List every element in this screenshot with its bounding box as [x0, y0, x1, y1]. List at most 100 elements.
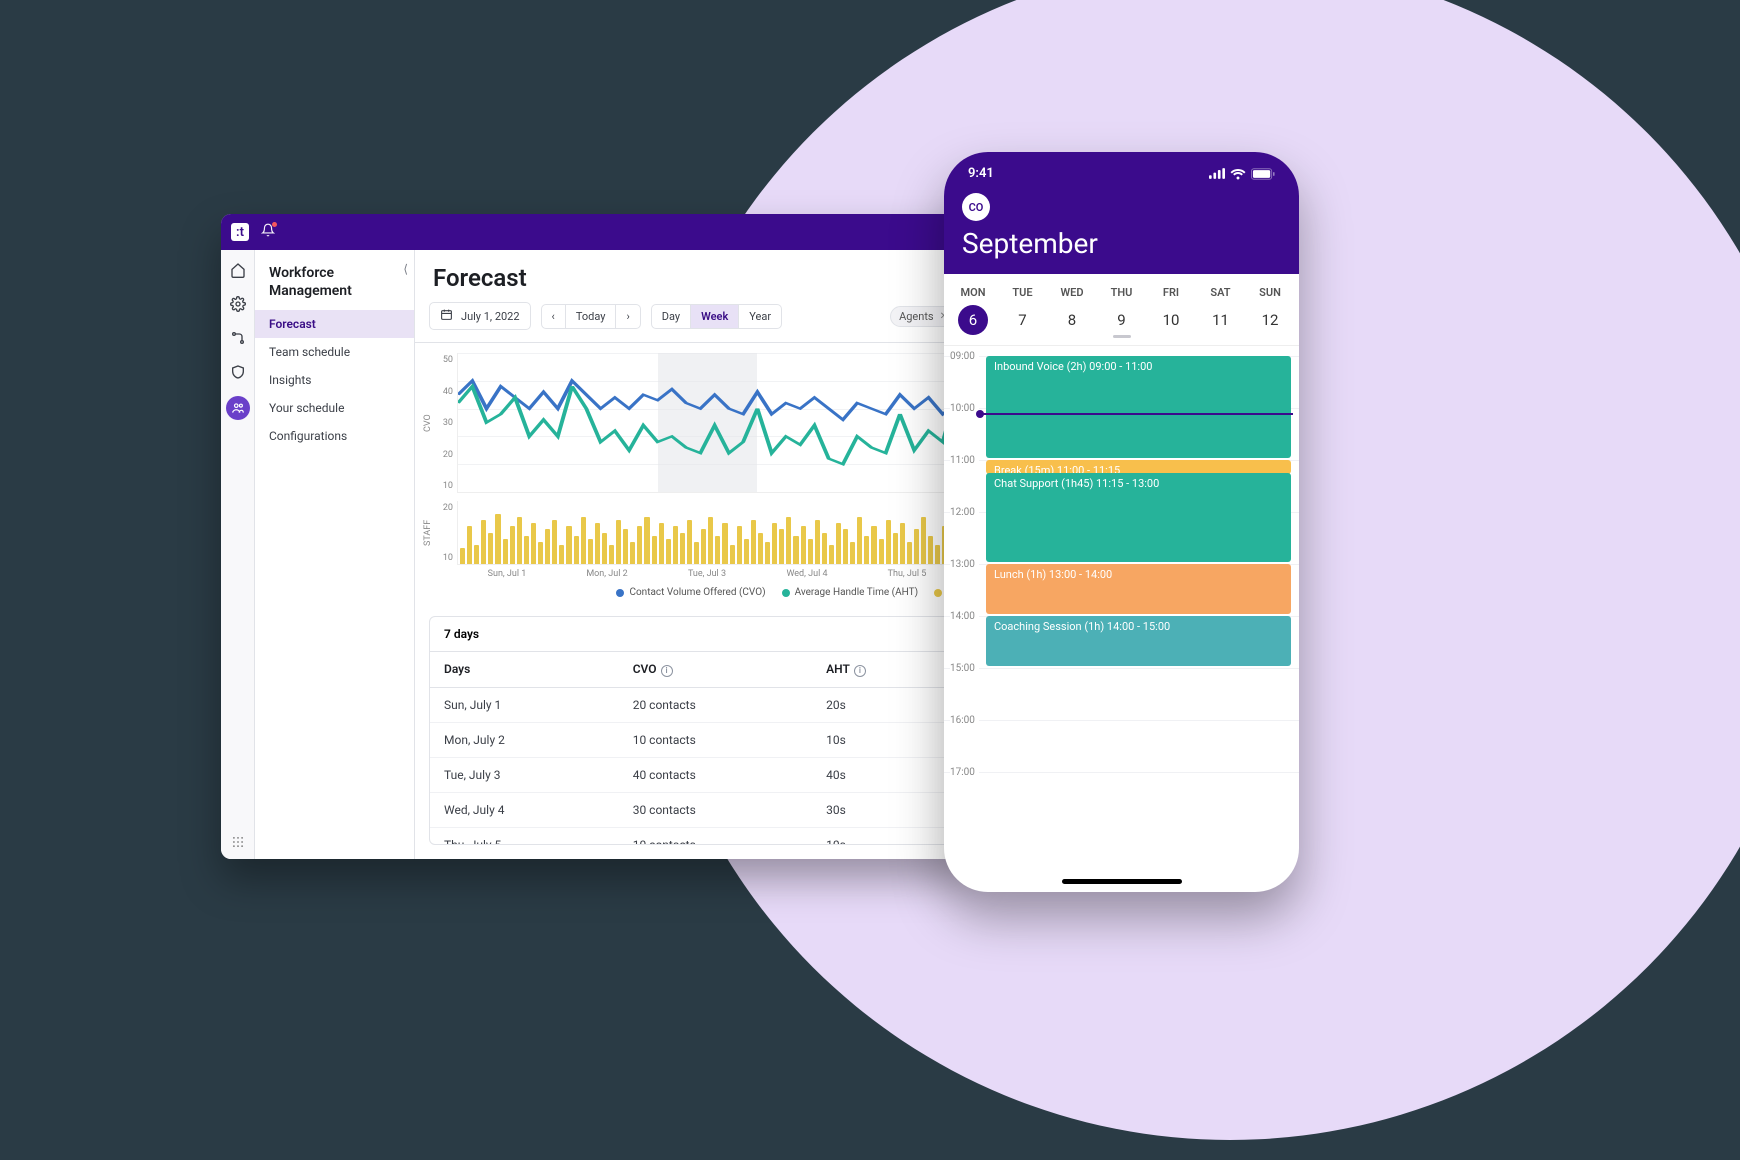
range-day-button[interactable]: Day	[651, 304, 691, 329]
date-12[interactable]: 12	[1251, 305, 1289, 335]
calendar-event[interactable]: Inbound Voice (2h) 09:00 - 11:00	[986, 356, 1291, 458]
cellular-signal-icon	[1209, 168, 1225, 179]
hour-row: 15:00	[944, 668, 1299, 669]
date-11[interactable]: 11	[1202, 305, 1240, 335]
workforce-icon[interactable]	[226, 396, 250, 420]
home-icon[interactable]	[228, 260, 248, 280]
range-week-button[interactable]: Week	[691, 304, 739, 329]
staff-bar	[538, 542, 543, 564]
date-10[interactable]: 10	[1152, 305, 1190, 335]
staff-bar	[595, 523, 600, 564]
calendar-icon	[440, 308, 453, 324]
prev-period-button[interactable]: ‹	[541, 304, 566, 329]
staff-bar	[630, 542, 635, 564]
date-picker-label: July 1, 2022	[461, 310, 520, 323]
nav-item-your-schedule[interactable]: Your schedule	[255, 394, 414, 422]
schedule-phone-app: 9:41 CO September MONTUEWEDTHUFRISATSUN …	[944, 152, 1299, 892]
forecast-desktop-app: :t Workforce Management ⟨ ForecastTeam s…	[221, 214, 971, 859]
hour-row: 16:00	[944, 720, 1299, 721]
col-cvo: CVOi	[619, 652, 812, 687]
summary-caption: 7 days	[430, 617, 956, 652]
user-avatar[interactable]: CO	[962, 193, 990, 221]
collapse-panel-icon[interactable]: ⟨	[403, 262, 408, 276]
shield-icon[interactable]	[228, 362, 248, 382]
staff-bar	[744, 539, 749, 564]
staff-bar	[779, 529, 784, 564]
staff-bar	[581, 517, 586, 564]
day-of-week-header: MONTUEWEDTHUFRISATSUN	[944, 274, 1299, 303]
staff-bar	[893, 533, 898, 565]
nav-item-insights[interactable]: Insights	[255, 366, 414, 394]
staff-bar	[836, 523, 841, 564]
staff-bar	[503, 539, 508, 564]
next-period-button[interactable]: ›	[616, 304, 640, 329]
date-9[interactable]: 9	[1103, 305, 1141, 335]
staff-bar	[914, 529, 919, 564]
summary-table: DaysCVOiAHTi Sun, July 120 contacts20sMo…	[430, 652, 956, 845]
settings-gear-icon[interactable]	[228, 294, 248, 314]
staff-bar	[921, 517, 926, 564]
staff-bar	[602, 533, 607, 565]
staff-bar	[552, 520, 557, 564]
staff-bar	[588, 539, 593, 564]
staff-bar	[765, 542, 770, 564]
staff-bar	[481, 520, 486, 564]
staff-bar	[616, 520, 621, 564]
staff-bar	[488, 533, 493, 565]
phone-home-indicator	[1062, 879, 1182, 884]
current-time-indicator	[982, 413, 1293, 415]
staff-bar	[758, 533, 763, 565]
staff-bar	[715, 536, 720, 564]
date-picker[interactable]: July 1, 2022	[429, 302, 531, 330]
flow-icon[interactable]	[228, 328, 248, 348]
calendar-event[interactable]: Break (15m) 11:00 - 11:15	[986, 460, 1291, 474]
cvo-aht-line-chart: CVO 5040302010	[421, 353, 957, 493]
info-icon[interactable]: i	[854, 665, 866, 677]
day-timeline[interactable]: 09:0010:0011:0012:0013:0014:0015:0016:00…	[944, 346, 1299, 816]
date-8[interactable]: 8	[1053, 305, 1091, 335]
staff-bar	[751, 520, 756, 564]
staff-bar	[666, 539, 671, 564]
phone-clock: 9:41	[968, 166, 994, 181]
nav-item-forecast[interactable]: Forecast	[255, 310, 414, 338]
staff-bar	[517, 517, 522, 564]
apps-grid-icon[interactable]	[221, 835, 254, 849]
table-row: Mon, July 210 contacts10s	[430, 722, 956, 757]
legend-item: Average Handle Time (AHT)	[782, 587, 919, 598]
staff-bar	[857, 517, 862, 564]
phone-status-icons	[1209, 168, 1275, 180]
wifi-icon	[1230, 168, 1246, 180]
nav-item-configurations[interactable]: Configurations	[255, 422, 414, 450]
date-7[interactable]: 7	[1004, 305, 1042, 335]
staff-bar	[524, 536, 529, 564]
staff-bar	[879, 539, 884, 564]
staff-bar	[495, 514, 500, 564]
staff-bar	[652, 536, 657, 564]
staff-bar	[843, 529, 848, 564]
staff-bar	[793, 536, 798, 564]
staff-bar	[737, 526, 742, 564]
info-icon[interactable]: i	[661, 665, 673, 677]
staff-bar	[829, 545, 834, 564]
range-year-button[interactable]: Year	[739, 304, 782, 329]
staff-bar	[680, 533, 685, 565]
staff-bar	[786, 517, 791, 564]
staff-bar	[559, 545, 564, 564]
calendar-event[interactable]: Chat Support (1h45) 11:15 - 13:00	[986, 473, 1291, 562]
staff-bar	[545, 529, 550, 564]
date-range-toggle: DayWeekYear	[651, 304, 782, 329]
staff-bar	[722, 523, 727, 564]
staff-bar	[850, 542, 855, 564]
staff-bar	[644, 517, 649, 564]
notifications-bell-icon[interactable]	[261, 223, 275, 241]
nav-item-team-schedule[interactable]: Team schedule	[255, 338, 414, 366]
phone-status-bar: 9:41	[962, 160, 1281, 193]
calendar-event[interactable]: Lunch (1h) 13:00 - 14:00	[986, 564, 1291, 614]
staff-bar	[730, 545, 735, 564]
calendar-event[interactable]: Coaching Session (1h) 14:00 - 15:00	[986, 616, 1291, 666]
staff-bar	[467, 526, 472, 564]
today-button[interactable]: Today	[566, 304, 617, 329]
staff-bar	[531, 523, 536, 564]
app-logo-icon: :t	[231, 223, 249, 241]
date-6[interactable]: 6	[958, 305, 988, 335]
